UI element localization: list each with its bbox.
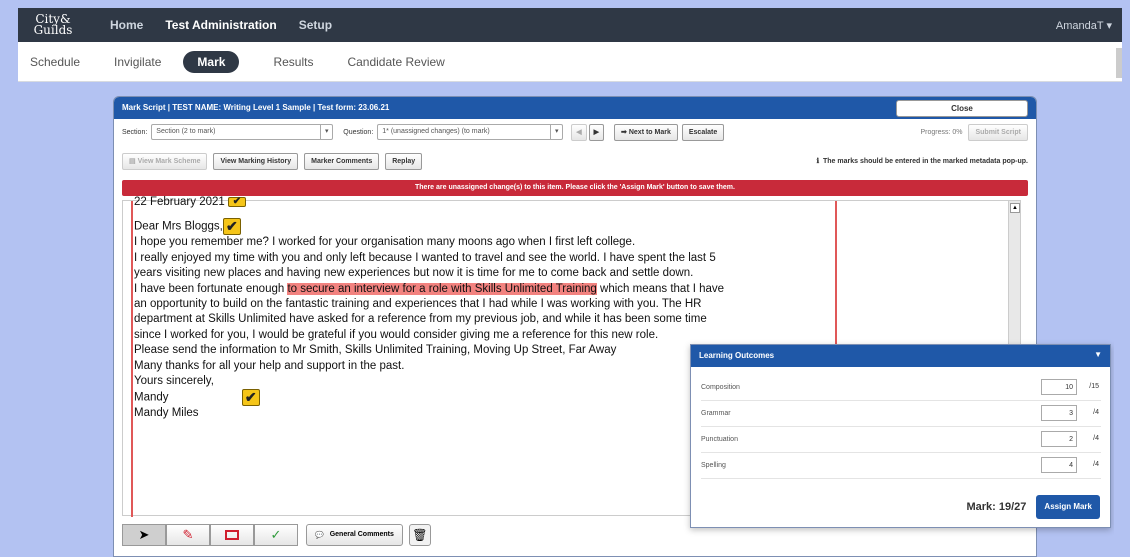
close-button[interactable]: Close (896, 100, 1028, 117)
progress-text: Progress: 0% (920, 128, 963, 136)
next-to-mark-button[interactable]: ➡ Next to Mark (614, 123, 678, 141)
doc-line: years visiting new places and having new… (134, 267, 694, 280)
doc-line: since I worked for you, I would be grate… (134, 328, 659, 341)
question-value: 1* (unassigned changes) (to mark) (382, 128, 490, 135)
question-select[interactable]: 1* (unassigned changes) (to mark) ▾ (377, 124, 564, 140)
user-menu[interactable]: AmandaT ▾ (1056, 19, 1112, 32)
secondary-toolbar: ▤ View Mark Scheme View Marking History … (122, 152, 1028, 170)
mark-total: Mark: 19/27 (966, 501, 1027, 513)
submit-script-button[interactable]: Submit Script (968, 123, 1028, 141)
escalate-button[interactable]: Escalate (681, 123, 725, 141)
score-max: /4 (1093, 435, 1099, 442)
score-max: /4 (1093, 409, 1099, 416)
tab-results[interactable]: Results (273, 55, 313, 69)
view-mark-scheme-label: View Mark Scheme (137, 157, 201, 165)
box-tool[interactable] (210, 523, 254, 546)
view-mark-scheme-button[interactable]: ▤ View Mark Scheme (122, 152, 208, 170)
next-to-mark-label: Next to Mark (628, 128, 671, 136)
nav-setup[interactable]: Setup (299, 18, 332, 32)
logo-line-2: Guilds (33, 23, 73, 37)
tab-candidate-review[interactable]: Candidate Review (347, 55, 444, 69)
nav-test-administration[interactable]: Test Administration (165, 18, 276, 32)
outcome-label: Spelling (701, 462, 726, 469)
chevron-down-icon[interactable]: ▼ (1094, 350, 1102, 359)
delete-annotation-button[interactable]: 🗑 (408, 523, 431, 546)
section-value: Section (2 to mark) (156, 128, 216, 135)
learning-outcomes-header[interactable]: Learning Outcomes ▼ (691, 345, 1110, 367)
document-icon: ▤ (129, 157, 138, 165)
checkmark-icon[interactable]: ✔ (222, 218, 241, 236)
trash-icon: 🗑 (412, 527, 428, 542)
pointer-tool[interactable]: ➤ (122, 523, 166, 546)
modal-title: Mark Script | TEST NAME: Writing Level 1… (122, 103, 390, 112)
nav-home[interactable]: Home (110, 18, 143, 32)
greeting-line: Dear Mrs Bloggs, (134, 220, 223, 233)
question-label: Question: (343, 128, 374, 136)
city-and-guilds-logo[interactable]: City& Guilds (18, 8, 88, 42)
doc-line-part: I have been fortunate enough (134, 282, 288, 295)
tab-mark[interactable]: Mark (183, 50, 240, 73)
view-marking-history-button[interactable]: View Marking History (213, 152, 299, 170)
tab-schedule[interactable]: Schedule (30, 55, 80, 69)
highlighter-tool[interactable]: ✎ (166, 523, 210, 546)
learning-outcomes-panel: Learning Outcomes ▼ Composition 10 /15 G… (690, 344, 1111, 528)
score-input[interactable]: 4 (1041, 457, 1077, 473)
marker-comments-button[interactable]: Marker Comments (304, 152, 380, 170)
page-scrollbar[interactable] (1116, 48, 1122, 78)
score-input[interactable]: 10 (1041, 379, 1077, 395)
outcome-label: Grammar (701, 410, 731, 417)
list-item: Spelling 4 /4 (701, 453, 1101, 479)
doc-line: department at Skills Unlimited have aske… (134, 313, 707, 326)
list-item: Punctuation 2 /4 (701, 427, 1101, 453)
checkmark-icon[interactable]: ✔ (228, 196, 246, 207)
annotation-tools: ➤ ✎ ✓ 💬 General Comments 🗑 (122, 522, 431, 547)
date-line: 22 February 2021 (134, 196, 225, 208)
modal-header: Mark Script | TEST NAME: Writing Level 1… (114, 97, 1036, 119)
tick-tool[interactable]: ✓ (254, 523, 298, 546)
score-max: /4 (1093, 461, 1099, 468)
outcome-label: Composition (701, 384, 740, 391)
list-item: Composition 10 /15 (701, 375, 1101, 401)
section-label: Section: (122, 128, 148, 136)
previous-question-button[interactable]: ◀ (571, 123, 587, 141)
next-question-button[interactable]: ▶ (588, 123, 605, 141)
chevron-down-icon: ▾ (320, 125, 332, 139)
doc-line: I hope you remember me? I worked for you… (134, 236, 636, 249)
tab-invigilate[interactable]: Invigilate (114, 55, 161, 69)
checkmark-icon: ✓ (270, 526, 282, 542)
score-input[interactable]: 3 (1041, 405, 1077, 421)
learning-outcomes-list: Composition 10 /15 Grammar 3 /4 Punctuat… (701, 375, 1101, 479)
list-item: Grammar 3 /4 (701, 401, 1101, 427)
sub-navigation-bar: Schedule Invigilate Mark Results Candida… (18, 42, 1122, 82)
outcome-label: Punctuation (701, 436, 738, 443)
rectangle-icon (225, 529, 239, 540)
top-navigation-bar: City& Guilds Home Test Administration Se… (18, 8, 1122, 42)
replay-button[interactable]: Replay (385, 152, 423, 170)
marking-toolbar: Section: Section (2 to mark) ▾ Question:… (122, 123, 1028, 141)
scroll-up-icon[interactable]: ▲ (1010, 203, 1020, 213)
checkmark-icon[interactable]: ✔ (241, 389, 260, 407)
unassigned-changes-alert: There are unassigned change(s) to this i… (122, 180, 1028, 196)
general-comments-button[interactable]: 💬 General Comments (306, 523, 403, 546)
comment-icon: 💬 (315, 531, 324, 539)
section-select[interactable]: Section (2 to mark) ▾ (151, 124, 334, 140)
score-max: /15 (1089, 383, 1099, 390)
arrow-right-icon: ➡ (621, 128, 629, 136)
learning-outcomes-title: Learning Outcomes (699, 351, 775, 360)
score-input[interactable]: 2 (1041, 431, 1077, 447)
doc-line: Mandy (134, 392, 169, 404)
page-background-gutter (1114, 82, 1130, 557)
info-message: The marks should be entered in the marke… (823, 157, 1028, 165)
highlight-annotation[interactable]: to secure an interview for a role with S… (287, 282, 597, 295)
assign-mark-button[interactable]: Assign Mark (1036, 495, 1100, 519)
pointer-icon: ➤ (138, 526, 150, 542)
doc-line-part: which means that I have (596, 282, 725, 295)
chevron-down-icon: ▾ (550, 125, 562, 139)
general-comments-label: General Comments (329, 531, 394, 538)
doc-line: an opportunity to build on the fantastic… (134, 298, 702, 311)
doc-line: I really enjoyed my time with you and on… (134, 251, 716, 264)
learning-outcomes-footer: Mark: 19/27 Assign Mark (966, 495, 1100, 519)
highlighter-icon: ✎ (182, 526, 194, 542)
